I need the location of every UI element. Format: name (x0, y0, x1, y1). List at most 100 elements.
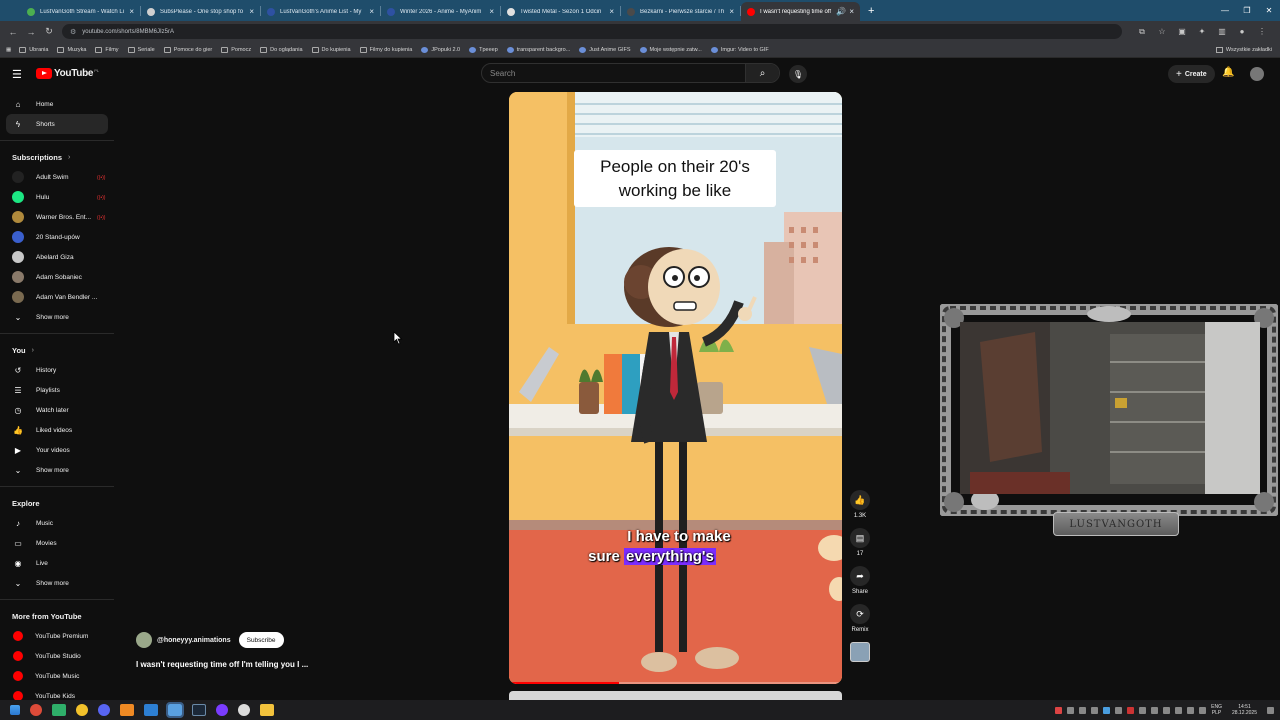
extension-icon[interactable]: ▣ (1172, 27, 1192, 36)
tray-icon[interactable] (1151, 706, 1159, 714)
browser-tab[interactable]: LustVanGoth's Anime List - My × (261, 2, 380, 21)
app-yellow-icon[interactable] (76, 704, 88, 716)
bookmark-item[interactable]: Muzyka (57, 46, 86, 53)
tray-icon[interactable] (1175, 706, 1183, 714)
maximize-icon[interactable]: ❐ (1236, 6, 1258, 15)
tab-close-icon[interactable]: × (609, 7, 614, 16)
avatar[interactable] (1250, 67, 1264, 81)
bookmark-item[interactable]: Do oglądania (260, 46, 303, 53)
subscription-item[interactable]: 20 Stand-upów (0, 227, 114, 247)
shorts-player[interactable]: People on their 20's working be like I h… (509, 92, 842, 684)
chrome-icon[interactable] (30, 704, 42, 716)
tab-close-icon[interactable]: × (849, 7, 854, 16)
sidebar-item-history[interactable]: ↺ History (0, 360, 114, 380)
share-button[interactable]: ➦ Share (848, 566, 872, 595)
close-window-icon[interactable]: ✕ (1258, 6, 1280, 15)
sidebar-item-youtube-premium[interactable]: YouTube Premium (0, 626, 114, 646)
language-indicator[interactable]: ENG PLP (1211, 704, 1222, 716)
browser-menu-icon[interactable]: ⋮ (1252, 27, 1272, 36)
browser-tab[interactable]: I wasn't requesting time off 🔊 × (741, 2, 860, 21)
explore-header[interactable]: Explore (0, 493, 114, 513)
tray-icon[interactable] (1079, 706, 1087, 714)
browser-tab[interactable]: SubsPlease - One stop shop fo × (141, 2, 260, 21)
bookmark-item[interactable]: transparent backgro... (506, 46, 570, 53)
menu-icon[interactable]: ☰ (12, 68, 22, 81)
clock[interactable]: 14:51 28.12.2025 (1232, 704, 1257, 716)
bookmark-item[interactable]: Just Anime GIFS (579, 46, 631, 53)
you-header[interactable]: You › (0, 340, 114, 360)
tray-icon[interactable] (1067, 706, 1075, 714)
terminal-icon[interactable] (52, 704, 66, 716)
discord-icon[interactable] (98, 704, 110, 716)
bookmark-item[interactable]: Pomoce do gier (163, 46, 212, 53)
browser-active-icon[interactable] (166, 702, 184, 718)
bookmark-item[interactable]: Moje wstępnie zatw... (639, 46, 702, 53)
sidebar-item-youtube-music[interactable]: YouTube Music (0, 666, 114, 686)
bookmark-item[interactable]: Seriale (127, 46, 155, 53)
forward-icon[interactable]: → (22, 27, 40, 37)
puzzle-extensions-icon[interactable]: ✦ (1192, 27, 1212, 36)
browser-tab[interactable]: LustVanGoth Stream - Watch Li × (21, 2, 140, 21)
bookmark-item[interactable]: Filmy do kupienia (359, 46, 412, 53)
tray-icon[interactable] (1103, 706, 1111, 714)
all-bookmarks-folder[interactable]: Wszystkie zakładki (1215, 46, 1272, 53)
more-from-youtube-header[interactable]: More from YouTube (0, 606, 114, 626)
network-icon[interactable] (1187, 706, 1195, 714)
bookmark-item[interactable]: Pomocz (221, 46, 251, 53)
tray-icon[interactable] (1139, 706, 1147, 714)
windows-start-icon[interactable] (10, 705, 20, 715)
channel-avatar[interactable] (136, 632, 152, 648)
install-app-icon[interactable]: ⧉ (1132, 27, 1152, 37)
obs-icon[interactable] (216, 704, 228, 716)
browser-tab[interactable]: Winter 2026 - Anime - MyAnim × (381, 2, 500, 21)
address-bar[interactable]: ⚙ youtube.com/shorts/8MBM6JIz5rA (62, 24, 1122, 39)
browser-tab[interactable]: Twisted Metal - Sezon 1 Odcin × (501, 2, 620, 21)
profile-icon[interactable]: ● (1232, 27, 1252, 36)
sidepanel-icon[interactable]: ▥ (1212, 27, 1232, 36)
sidebar-item-live[interactable]: ◉ Live (0, 553, 114, 573)
subscription-item[interactable]: Adam Sobaniec (0, 267, 114, 287)
search-icon[interactable]: ⌕ (745, 64, 779, 82)
steam-icon[interactable] (192, 704, 206, 716)
microphone-icon[interactable]: 🎙 (789, 65, 807, 83)
new-tab-button[interactable]: + (868, 5, 874, 17)
vlc-icon[interactable] (120, 704, 134, 716)
youtube-logo[interactable]: YouTube PL (36, 68, 99, 79)
tab-close-icon[interactable]: × (129, 7, 134, 16)
like-button[interactable]: 👍 1.3K (848, 490, 872, 519)
tray-icon[interactable] (1127, 706, 1135, 714)
tray-icon[interactable] (1091, 706, 1099, 714)
tray-icon[interactable] (1115, 706, 1123, 714)
back-icon[interactable]: ← (4, 27, 22, 37)
apps-grid-icon[interactable]: ▦ (6, 47, 11, 53)
channel-name[interactable]: @honeyyy.animations (157, 637, 231, 644)
sidebar-item-playlists[interactable]: ☰ Playlists (0, 380, 114, 400)
subscribe-button[interactable]: Subscribe (238, 632, 284, 648)
create-button[interactable]: + Create (1168, 65, 1215, 83)
bookmark-item[interactable]: Do kupienia (311, 46, 351, 53)
subscription-item[interactable]: Adam Van Bendler ... (0, 287, 114, 307)
bookmark-star-icon[interactable]: ☆ (1152, 27, 1172, 36)
tray-icon[interactable] (1055, 706, 1063, 714)
tab-close-icon[interactable]: × (489, 7, 494, 16)
subscription-item[interactable]: Abelard Giza (0, 247, 114, 267)
bookmark-item[interactable]: Tpeeep (469, 46, 498, 53)
sidebar-item-shorts[interactable]: ϟ Shorts (6, 114, 108, 134)
browser-tab[interactable]: Bezkarni - Pierwsze starcie / Th × (621, 2, 740, 21)
sidebar-item-liked-videos[interactable]: 👍 Liked videos (0, 420, 114, 440)
sidebar-item-home[interactable]: ⌂ Home (0, 94, 114, 114)
sidebar-item-youtube-studio[interactable]: YouTube Studio (0, 646, 114, 666)
tab-close-icon[interactable]: × (729, 7, 734, 16)
reload-icon[interactable]: ↻ (40, 26, 58, 37)
subscription-item[interactable]: Adult Swim ((•)) (0, 167, 114, 187)
tab-audio-icon[interactable]: 🔊 (836, 7, 846, 16)
tray-icon[interactable] (1163, 706, 1171, 714)
short-title[interactable]: I wasn't requesting time off I'm telling… (136, 660, 308, 669)
site-info-icon[interactable]: ⚙ (70, 28, 76, 36)
show-more-button[interactable]: ⌄ Show more (0, 460, 114, 480)
bookmark-item[interactable]: Imgur: Video to GIF (710, 46, 769, 53)
tab-close-icon[interactable]: × (249, 7, 254, 16)
show-more-button[interactable]: ⌄ Show more (0, 573, 114, 593)
subscriptions-header[interactable]: Subscriptions › (0, 147, 114, 167)
tab-close-icon[interactable]: × (369, 7, 374, 16)
